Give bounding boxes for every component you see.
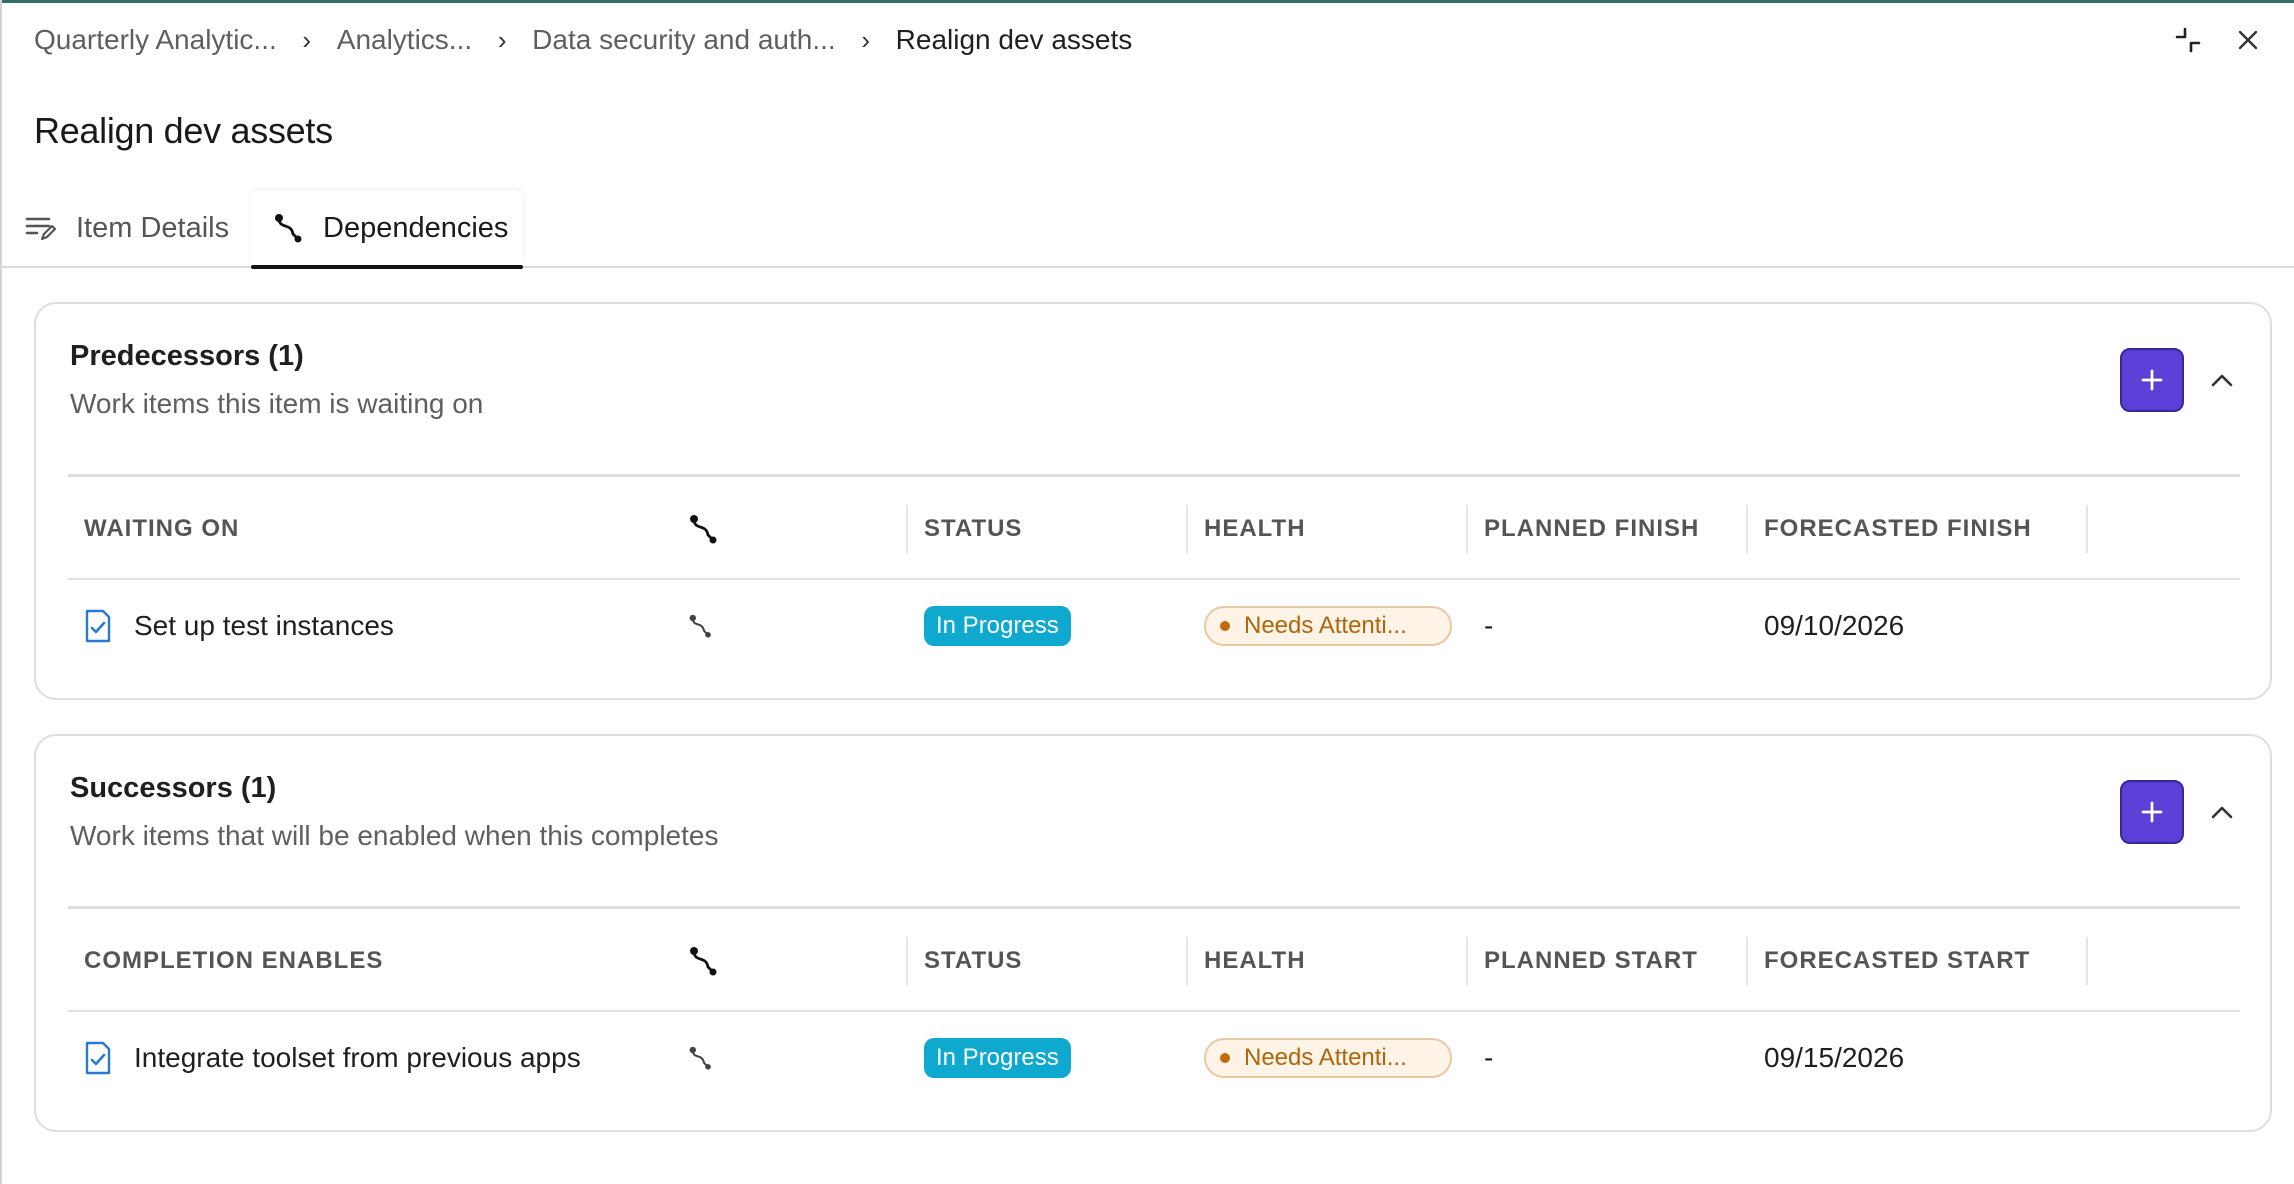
collapse-successors-button[interactable] — [2202, 792, 2242, 832]
health-dot-icon — [1220, 1053, 1230, 1063]
column-header-health[interactable]: HEALTH — [1188, 477, 1468, 581]
status-badge[interactable]: In Progress — [924, 1038, 1071, 1078]
status-badge[interactable]: In Progress — [924, 606, 1071, 646]
chevron-right-icon: › — [497, 24, 507, 55]
collapse-button[interactable] — [2168, 20, 2208, 60]
forecasted-finish-cell: 09/10/2026 — [1764, 610, 1905, 641]
predecessors-title: Predecessors (1) — [70, 340, 304, 372]
status-cell: In Progress — [908, 580, 1188, 672]
health-dot-icon — [1220, 621, 1230, 631]
dependency-icon — [690, 947, 717, 976]
planned-start-cell: - — [1484, 1042, 1494, 1073]
breadcrumb-item-analytics[interactable]: Analytics... — [337, 24, 472, 56]
column-header-completion-enables[interactable]: COMPLETION ENABLES — [68, 909, 628, 1013]
column-header-waiting-on[interactable]: WAITING ON — [68, 477, 628, 581]
chevron-right-icon: › — [302, 24, 312, 55]
breadcrumb-item-data-security[interactable]: Data security and auth... — [532, 24, 836, 56]
forecasted-start-cell: 09/15/2026 — [1764, 1042, 1905, 1073]
predecessors-subtitle: Work items this item is waiting on — [70, 388, 484, 419]
dependency-type-cell — [628, 580, 908, 672]
tab-item-details-label: Item Details — [76, 211, 230, 244]
tab-dependencies-label: Dependencies — [323, 211, 509, 244]
health-badge-label: Needs Attenti... — [1244, 612, 1407, 639]
tab-item-details[interactable]: Item Details — [24, 190, 229, 266]
dependency-icon — [690, 515, 717, 544]
predecessors-table: WAITING ON STATUS HEALTH PLANNED FINISH … — [68, 474, 2240, 672]
column-header-forecasted-start[interactable]: FORECASTED START — [1748, 909, 2088, 1013]
close-icon — [2238, 30, 2258, 50]
table-header: WAITING ON STATUS HEALTH PLANNED FINISH … — [68, 474, 2240, 580]
tab-bar: Item Details Dependencies — [0, 190, 2294, 269]
item-cell: Integrate toolset from previous apps — [68, 1012, 628, 1104]
chevron-up-icon — [2211, 806, 2233, 819]
health-badge[interactable]: Needs Attenti... — [1204, 606, 1452, 646]
item-cell: Set up test instances — [68, 580, 628, 672]
table-header: COMPLETION ENABLES STATUS HEALTH PLANNED… — [68, 906, 2240, 1012]
dependency-icon — [271, 211, 305, 245]
successors-subtitle: Work items that will be enabled when thi… — [70, 820, 719, 851]
task-document-icon — [85, 609, 111, 643]
column-header-planned-finish[interactable]: PLANNED FINISH — [1468, 477, 1748, 581]
column-header-planned-start[interactable]: PLANNED START — [1468, 909, 1748, 1013]
window-left-border — [0, 0, 2, 1184]
collapse-predecessors-button[interactable] — [2202, 360, 2242, 400]
plus-icon — [2141, 801, 2163, 823]
add-successor-button[interactable] — [2120, 780, 2184, 844]
breadcrumb-item-current: Realign dev assets — [895, 24, 1133, 55]
planned-finish-cell: - — [1484, 610, 1494, 641]
table-row[interactable]: Integrate toolset from previous apps In … — [68, 1012, 2240, 1104]
chevron-up-icon — [2211, 374, 2233, 387]
task-document-icon — [85, 1041, 111, 1075]
dependency-type-cell — [628, 1012, 908, 1104]
column-header-status[interactable]: STATUS — [908, 909, 1188, 1013]
table-row[interactable]: Set up test instances In Progress Needs … — [68, 580, 2240, 672]
tab-dependencies[interactable]: Dependencies — [251, 190, 523, 269]
health-badge-label: Needs Attenti... — [1244, 1044, 1407, 1071]
chevron-right-icon: › — [861, 24, 870, 55]
breadcrumb-item-quarterly-analytics[interactable]: Quarterly Analytic... — [34, 24, 277, 56]
page-title: Realign dev assets — [34, 110, 333, 151]
item-name-link[interactable]: Integrate toolset from previous apps — [134, 1042, 581, 1074]
column-header-status[interactable]: STATUS — [908, 477, 1188, 581]
health-badge[interactable]: Needs Attenti... — [1204, 1038, 1452, 1078]
successors-panel: Successors (1) Work items that will be e… — [34, 734, 2272, 1132]
status-cell: In Progress — [908, 1012, 1188, 1104]
successors-table: COMPLETION ENABLES STATUS HEALTH PLANNED… — [68, 906, 2240, 1104]
predecessors-panel: Predecessors (1) Work items this item is… — [34, 302, 2272, 700]
close-button[interactable] — [2228, 20, 2268, 60]
collapse-icon — [2175, 27, 2201, 53]
health-cell: Needs Attenti... — [1188, 1012, 1468, 1104]
dependency-icon[interactable] — [688, 1045, 712, 1071]
breadcrumb: Quarterly Analytic... › Analytics... › D… — [34, 22, 1132, 58]
column-header-dependency-type[interactable] — [628, 477, 908, 581]
successors-title: Successors (1) — [70, 772, 277, 804]
dependency-icon[interactable] — [688, 613, 712, 639]
column-header-health[interactable]: HEALTH — [1188, 909, 1468, 1013]
edit-list-icon — [24, 211, 58, 245]
add-predecessor-button[interactable] — [2120, 348, 2184, 412]
column-header-dependency-type[interactable] — [628, 909, 908, 1013]
health-cell: Needs Attenti... — [1188, 580, 1468, 672]
window-top-border — [0, 0, 2294, 3]
plus-icon — [2141, 369, 2163, 391]
item-name-link[interactable]: Set up test instances — [134, 610, 394, 642]
column-header-forecasted-finish[interactable]: FORECASTED FINISH — [1748, 477, 2088, 581]
